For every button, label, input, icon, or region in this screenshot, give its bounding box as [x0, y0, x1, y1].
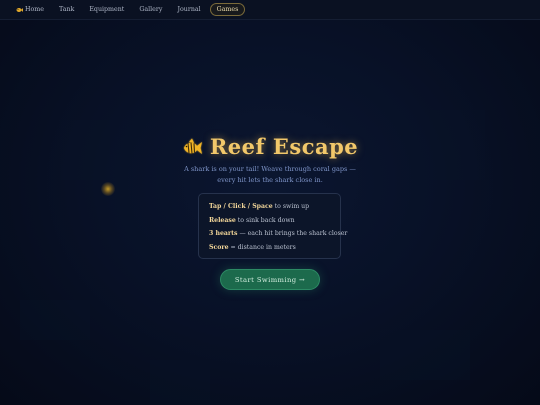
game-title: Reef Escape	[209, 134, 359, 159]
instruction-row: Tap / Click / Space to swim up	[209, 200, 330, 214]
instruction-row: Release to sink back down	[209, 214, 330, 228]
instruction-separator: /	[221, 203, 228, 210]
instruction-key: Space	[252, 203, 273, 210]
instructions-panel: Tap / Click / Space to swim up Release t…	[198, 193, 347, 259]
instruction-text: = distance in meters	[228, 243, 296, 251]
nav-item-journal[interactable]: Journal	[171, 4, 206, 15]
instruction-key: 3 hearts	[209, 230, 238, 237]
instruction-key: Release	[209, 216, 236, 224]
fish-icon	[16, 7, 23, 12]
nav-item-equipment[interactable]: Equipment	[83, 4, 130, 15]
subtitle-line-1: A shark is on your tail! Weave through c…	[184, 165, 356, 173]
instruction-row: Score = distance in meters	[209, 241, 330, 255]
top-nav: Home Tank Equipment Gallery Journal Game…	[0, 0, 540, 20]
instruction-row: 3 hearts — each hit brings the shark clo…	[209, 227, 347, 241]
start-swimming-button[interactable]: Start Swimming →	[220, 269, 320, 290]
fish-icon	[183, 138, 202, 154]
nav-item-label: Equipment	[89, 6, 125, 13]
instruction-key: Score	[209, 243, 229, 251]
nav-item-games[interactable]: Games	[209, 3, 246, 16]
nav-item-label: Games	[216, 6, 239, 13]
nav-item-label: Tank	[58, 6, 75, 13]
instruction-text: to swim up	[272, 203, 310, 210]
nav-item-label: Home	[25, 6, 44, 13]
nav-item-gallery[interactable]: Gallery	[133, 4, 168, 15]
game-title-row: Reef Escape	[0, 134, 540, 159]
nav-item-home[interactable]: Home	[10, 4, 50, 15]
subtitle-line-2: every hit lets the shark close in.	[217, 176, 323, 184]
game-subtitle: A shark is on your tail! Weave through c…	[0, 164, 540, 186]
nav-item-tank[interactable]: Tank	[53, 4, 80, 15]
instruction-text: to sink back down	[235, 216, 295, 224]
instruction-key: Click	[227, 203, 246, 210]
instruction-key: Tap	[209, 203, 222, 210]
nav-item-label: Gallery	[139, 6, 163, 13]
instruction-text: — each hit brings the shark closer	[237, 230, 348, 237]
nav-item-label: Journal	[177, 6, 201, 13]
